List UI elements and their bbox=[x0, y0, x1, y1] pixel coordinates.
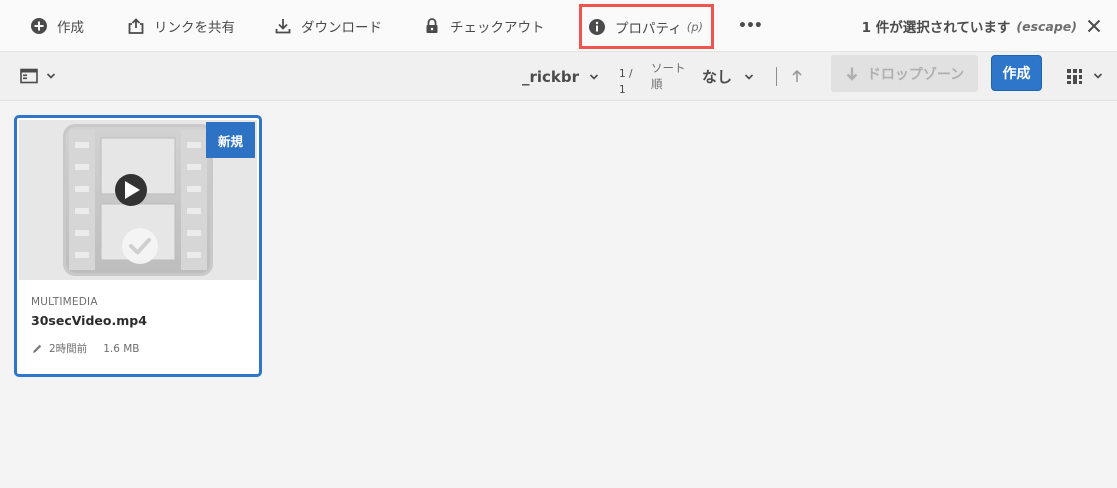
dropzone-button[interactable]: ドロップゾーン bbox=[831, 55, 978, 92]
action-bar: 作成 リンクを共有 ダウンロード チェックアウト プロパティ (p) ••• 1… bbox=[0, 0, 1117, 52]
asset-info: MULTIMEDIA 30secVideo.mp4 2時間前 1.6 MB bbox=[31, 296, 246, 356]
chevron-down-icon bbox=[744, 73, 754, 80]
download-label: ダウンロード bbox=[301, 20, 382, 36]
sort-label-line2: 順 bbox=[651, 77, 663, 91]
lock-icon bbox=[426, 18, 438, 33]
add-circle-icon bbox=[31, 18, 47, 34]
user-name: _rickbr bbox=[522, 67, 580, 86]
new-badge: 新規 bbox=[206, 122, 255, 158]
asset-card[interactable]: 新規 MULTIMEDIA 30secVideo.mp4 2時間前 1.6 MB bbox=[14, 115, 262, 377]
pencil-icon bbox=[33, 344, 42, 353]
sort-value: なし bbox=[702, 68, 733, 86]
sort-label: ソート 順 bbox=[651, 60, 691, 92]
asset-modified: 2時間前 bbox=[49, 343, 88, 355]
create-action-label: 作成 bbox=[57, 20, 84, 36]
toolbar: _rickbr 1 / 1 ソート 順 なし ドロップゾーン 作成 bbox=[0, 52, 1117, 101]
create-button[interactable]: 作成 bbox=[991, 55, 1042, 91]
checkout-action[interactable]: チェックアウト bbox=[423, 0, 545, 52]
asset-size: 1.6 MB bbox=[103, 342, 140, 355]
rail-toggle-button[interactable] bbox=[20, 66, 56, 86]
more-actions-button[interactable]: ••• bbox=[738, 0, 763, 52]
sort-label-line1: ソート bbox=[651, 61, 686, 75]
selection-shortcut: (escape) bbox=[1016, 18, 1077, 34]
chevron-down-icon bbox=[46, 73, 56, 79]
share-link-action[interactable]: リンクを共有 bbox=[127, 0, 235, 52]
card-view-icon bbox=[1067, 68, 1082, 84]
chevron-down-icon bbox=[1093, 73, 1103, 79]
properties-action[interactable]: プロパティ (p) bbox=[579, 4, 714, 49]
side-panel-icon bbox=[20, 68, 38, 84]
arrow-down-icon bbox=[846, 67, 858, 81]
create-action[interactable]: 作成 bbox=[30, 0, 84, 52]
selection-info: 1 件が選択されています (escape) bbox=[862, 0, 1077, 52]
arrow-up-icon[interactable] bbox=[789, 68, 805, 84]
chevron-down-icon bbox=[589, 73, 599, 80]
dropzone-label: ドロップゾーン bbox=[866, 66, 965, 83]
selection-count-text: 1 件が選択されています bbox=[861, 20, 1011, 36]
asset-meta: 2時間前 1.6 MB bbox=[31, 341, 246, 356]
properties-shortcut: (p) bbox=[686, 19, 703, 34]
more-icon: ••• bbox=[738, 18, 763, 34]
asset-type: MULTIMEDIA bbox=[31, 296, 98, 308]
asset-title: 30secVideo.mp4 bbox=[31, 313, 147, 328]
pager-current: 1 / bbox=[619, 68, 633, 80]
sort-select[interactable]: なし bbox=[702, 52, 754, 101]
download-action[interactable]: ダウンロード bbox=[274, 0, 382, 52]
download-icon bbox=[275, 19, 291, 34]
pager-total: 1 bbox=[619, 84, 626, 96]
view-switcher[interactable] bbox=[1066, 66, 1103, 86]
close-icon[interactable] bbox=[1085, 17, 1103, 35]
pager: 1 / 1 bbox=[619, 66, 639, 98]
toolbar-divider bbox=[776, 67, 777, 86]
checkout-label: チェックアウト bbox=[450, 20, 545, 36]
share-link-label: リンクを共有 bbox=[154, 20, 235, 36]
info-icon bbox=[589, 18, 605, 35]
properties-label: プロパティ bbox=[615, 20, 682, 37]
asset-thumbnail: 新規 bbox=[19, 120, 257, 280]
user-select[interactable]: _rickbr bbox=[522, 52, 599, 101]
share-icon bbox=[128, 18, 144, 34]
